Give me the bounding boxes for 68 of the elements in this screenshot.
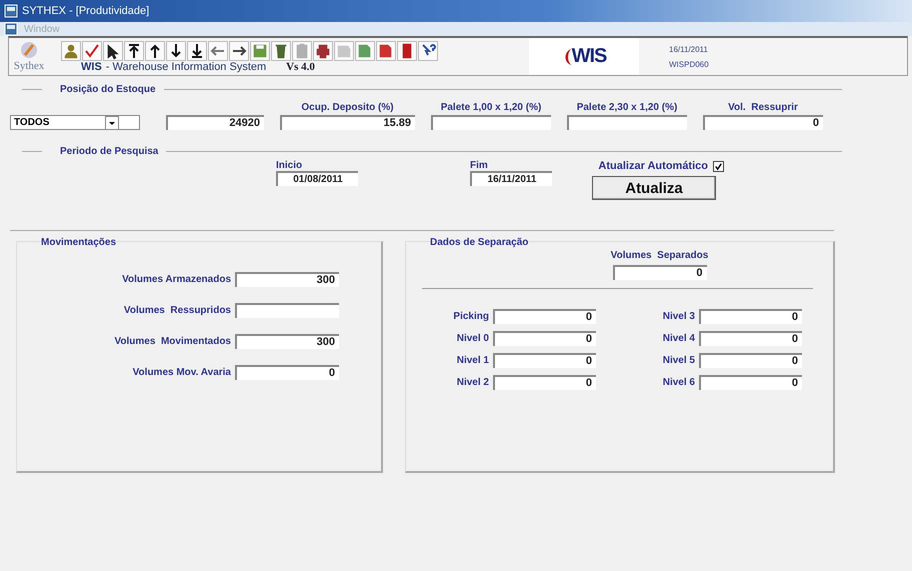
app-icon xyxy=(4,4,18,18)
filter-dropdown[interactable]: TODOS xyxy=(10,115,140,130)
arrow-left-icon[interactable] xyxy=(208,41,228,61)
field-label: Nivel 3 xyxy=(662,310,695,322)
version-label: Vs 4.0 xyxy=(286,61,315,73)
field-label: Volumes Mov. Avaria xyxy=(132,367,231,378)
input-field[interactable]: 300 xyxy=(235,272,339,287)
app-name: WIS xyxy=(81,61,102,73)
panel-title: Dados de Separação xyxy=(430,237,530,248)
input-field[interactable]: 0 xyxy=(493,352,596,368)
field-label: Inicio xyxy=(276,160,302,171)
input-field[interactable]: 300 xyxy=(235,334,339,349)
field-label: Volumes Armazenados xyxy=(122,274,231,285)
field-label: Volumes Separados xyxy=(610,250,708,261)
input-field[interactable]: 0 xyxy=(699,308,802,324)
window-title: SYTHEX - [Produtividade] xyxy=(22,5,150,17)
screen-code: WISPD060 xyxy=(669,60,709,68)
count-field[interactable]: 24920 xyxy=(166,115,264,130)
field-label: Picking xyxy=(453,310,489,322)
app-subtitle: - Warehouse Information System xyxy=(106,61,266,73)
check-icon[interactable] xyxy=(82,41,102,61)
arrow-top-icon[interactable] xyxy=(124,41,144,61)
section-title: Periodo de Pesquisa xyxy=(59,146,158,156)
input-field[interactable]: 0 xyxy=(493,330,596,346)
end-date-field[interactable]: 16/11/2011 xyxy=(470,171,552,186)
person-icon[interactable] xyxy=(61,41,81,61)
field-label: Palete 1,00 x 1,20 (%) xyxy=(440,102,542,113)
input-field[interactable] xyxy=(567,115,687,130)
field-label: Nivel 2 xyxy=(456,376,489,388)
input-field[interactable]: 0 xyxy=(699,352,802,368)
input-field[interactable]: 0 xyxy=(699,374,802,390)
document-delete-icon[interactable] xyxy=(376,41,396,61)
field-label: Volumes Ressupridos xyxy=(124,305,231,316)
input-field[interactable]: 0 xyxy=(493,374,596,390)
input-field[interactable]: 0 xyxy=(612,265,706,280)
field-label: Nivel 5 xyxy=(662,354,695,366)
input-field[interactable]: 0 xyxy=(493,308,596,324)
field-label: Vol. Ressuprir xyxy=(728,102,798,113)
panel-title: Movimentações xyxy=(41,237,118,248)
arrow-right-icon[interactable] xyxy=(229,41,249,61)
date-label: 16/11/2011 xyxy=(669,44,709,54)
input-field[interactable]: 15.89 xyxy=(280,115,415,130)
field-label: Nivel 6 xyxy=(662,376,695,388)
field-label: Nivel 4 xyxy=(662,332,695,344)
logo-icon xyxy=(19,40,39,60)
refresh-button[interactable]: Atualiza xyxy=(592,176,716,200)
field-label: Nivel 0 xyxy=(456,332,489,344)
input-field[interactable]: 0 xyxy=(235,365,339,380)
logo-text: Sythex xyxy=(14,60,44,72)
pointer-icon[interactable] xyxy=(103,41,123,61)
arrow-down-icon[interactable] xyxy=(166,41,186,61)
input-field[interactable]: 0 xyxy=(703,115,823,130)
arrow-bottom-icon[interactable] xyxy=(187,41,207,61)
trash-icon[interactable] xyxy=(271,41,291,61)
input-field[interactable] xyxy=(235,303,339,318)
start-date-field[interactable]: 01/08/2011 xyxy=(276,171,358,186)
input-field[interactable]: 0 xyxy=(699,330,802,346)
auto-update-checkbox[interactable] xyxy=(713,160,724,172)
field-label: Palete 2,30 x 1,20 (%) xyxy=(576,102,678,113)
brand-logo: WIS xyxy=(572,45,606,68)
section-title: Posição do Estoque xyxy=(59,84,156,94)
input-field[interactable] xyxy=(431,115,551,130)
field-label: Volumes Movimentados xyxy=(114,336,231,347)
field-label: Ocup. Deposito (%) xyxy=(301,102,394,113)
arrow-up-icon[interactable] xyxy=(145,41,165,61)
field-label: Nivel 1 xyxy=(456,354,489,366)
checkbox-label: Atualizar Automático xyxy=(598,160,708,172)
field-label: Fim xyxy=(470,160,488,171)
